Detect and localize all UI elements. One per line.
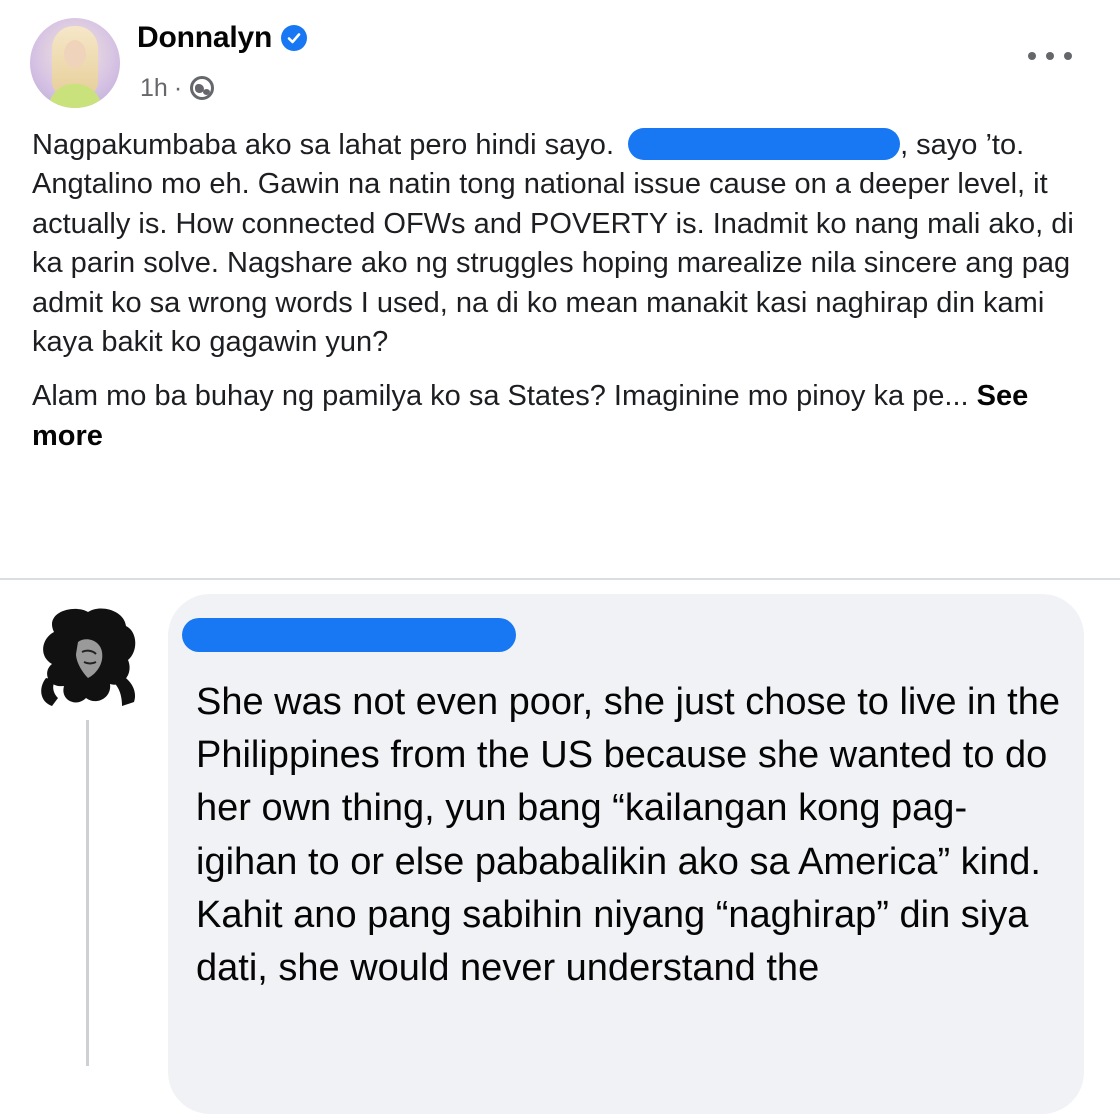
post-text-part: Alam mo ba buhay ng pamilya ko sa States… xyxy=(32,380,977,413)
commenter-portrait-icon xyxy=(41,608,136,706)
author-avatar[interactable] xyxy=(30,18,120,108)
globe-icon[interactable] xyxy=(190,76,215,100)
commenter-avatar[interactable] xyxy=(26,602,154,714)
comment-section: She was not even poor, she just chose to… xyxy=(0,580,1120,1114)
more-dot-icon xyxy=(1046,52,1054,60)
meta-separator: · xyxy=(173,73,183,102)
verified-badge-icon xyxy=(281,25,308,51)
more-dot-icon xyxy=(1064,52,1072,60)
post-paragraph: Alam mo ba buhay ng pamilya ko sa States… xyxy=(32,377,1092,456)
more-dot-icon xyxy=(1028,52,1036,60)
post-meta: 1h · xyxy=(140,70,215,106)
author-row: Donnalyn xyxy=(137,17,308,59)
post-text-part: Nagpakumbaba ako sa lahat pero hindi say… xyxy=(32,129,623,161)
redacted-commenter-name xyxy=(182,618,516,652)
checkmark-icon xyxy=(287,33,301,44)
more-options-button[interactable] xyxy=(1028,44,1072,68)
facebook-post: Donnalyn 1h · Nagpakumbaba ako sa lahat … xyxy=(0,0,1120,578)
comment-bubble: She was not even poor, she just chose to… xyxy=(168,594,1084,1114)
post-text-part: , sayo ’to. Angtalino mo eh. Gawin na na… xyxy=(32,129,1074,359)
post-paragraph: Nagpakumbaba ako sa lahat pero hindi say… xyxy=(32,126,1092,362)
post-body: Nagpakumbaba ako sa lahat pero hindi say… xyxy=(32,126,1092,456)
comment-text: She was not even poor, she just chose to… xyxy=(196,681,1060,990)
thread-line xyxy=(86,720,89,1066)
avatar-face xyxy=(64,40,86,68)
redacted-name xyxy=(628,128,901,160)
post-timestamp[interactable]: 1h xyxy=(140,74,168,103)
author-name[interactable]: Donnalyn xyxy=(137,21,272,55)
